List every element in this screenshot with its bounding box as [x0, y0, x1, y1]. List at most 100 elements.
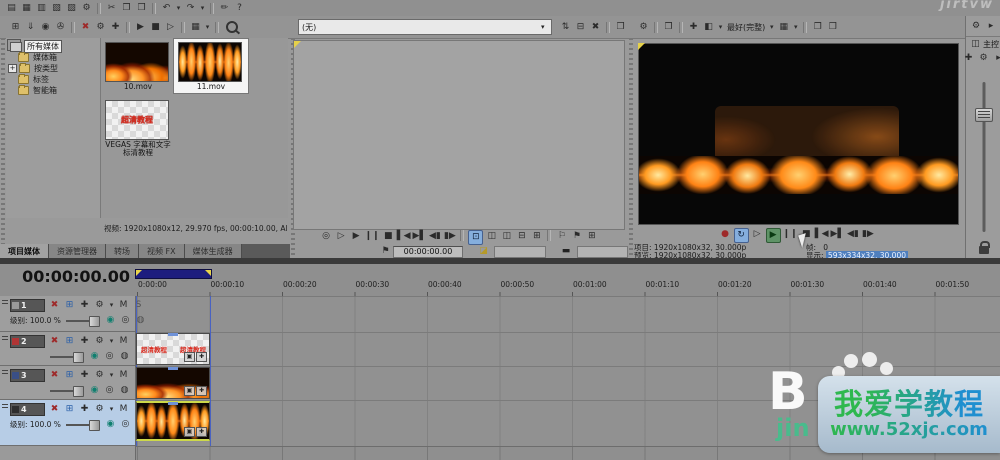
undo-icon[interactable]: ↶	[160, 2, 173, 15]
compositing-mode-icon[interactable]: ◉	[88, 350, 101, 363]
event-fx-icon[interactable]: ▣	[184, 386, 195, 396]
selection-end-field[interactable]	[577, 246, 629, 258]
event-corner-buttons[interactable]: ▣✚	[183, 352, 207, 362]
track-pan-icon[interactable]: ✚	[78, 335, 91, 348]
mute-button[interactable]: M	[117, 299, 130, 312]
overwrite-to-timeline-icon[interactable]: ⊞	[530, 230, 543, 243]
compositing-mode-icon[interactable]: ◉	[104, 314, 117, 327]
tree-item-all-media[interactable]: 所有媒体	[6, 41, 100, 52]
track-level-slider[interactable]	[66, 424, 100, 426]
new-project-icon[interactable]: ▤	[5, 2, 18, 15]
dock-grip[interactable]	[629, 18, 633, 256]
event-pan-crop-icon[interactable]: ✚	[196, 427, 207, 437]
ignore-event-grouping-icon[interactable]: ✖	[48, 299, 61, 312]
pause-icon[interactable]: ❙❙	[783, 228, 798, 241]
stop-preview-icon[interactable]: ■	[149, 21, 162, 34]
save-snapshot-icon[interactable]: ❒	[826, 21, 839, 34]
tab-transitions[interactable]: 转场	[106, 244, 139, 258]
timeline-event-fire-line[interactable]: ▣✚	[136, 401, 210, 441]
redo-caret-icon[interactable]: ▾	[199, 2, 206, 15]
help-icon[interactable]: ?	[233, 2, 246, 15]
preview-settings-gear-icon[interactable]: ⚙	[637, 21, 650, 34]
event-corner-buttons[interactable]: ▣✚	[183, 427, 207, 437]
play-from-start-icon[interactable]: ▷	[751, 228, 764, 241]
ignore-event-grouping-icon[interactable]: ✖	[48, 335, 61, 348]
tab-video-fx[interactable]: 视频 FX	[139, 244, 185, 258]
trimmer-display[interactable]	[293, 40, 625, 230]
mute-button[interactable]: M	[117, 335, 130, 348]
play-icon[interactable]: ▶	[766, 228, 781, 243]
get-media-from-web-icon[interactable]: ✇	[54, 21, 67, 34]
ignore-event-grouping-icon[interactable]: ✖	[48, 369, 61, 382]
go-to-end-icon[interactable]: ▶▌	[831, 228, 845, 241]
create-subclip-icon[interactable]: ⊡	[468, 230, 483, 245]
open-in-trimmer-icon[interactable]: ⊟	[574, 21, 587, 34]
chevron-down-icon[interactable]: ▾	[768, 21, 775, 34]
track-level-slider[interactable]	[50, 356, 84, 358]
media-fx-icon[interactable]: ⚙	[94, 21, 107, 34]
generated-media-icon[interactable]: ▣	[184, 352, 195, 362]
pause-icon[interactable]: ❙❙	[365, 230, 380, 243]
track-level-slider[interactable]	[66, 320, 100, 322]
media-item-10mov[interactable]: 10.mov	[105, 42, 171, 91]
make-compositing-child-icon[interactable]: ◎	[103, 350, 116, 363]
master-fader-handle[interactable]	[975, 108, 993, 122]
make-compositing-child-icon[interactable]: ◎	[103, 384, 116, 397]
track-fx-caret-icon[interactable]: ▾	[108, 369, 115, 382]
track-fx-gear-icon[interactable]: ⚙	[93, 335, 106, 348]
timeline-event-fire[interactable]: ▣✚	[136, 367, 210, 399]
bus-pan-icon[interactable]: ✚	[962, 52, 975, 65]
track-header-1[interactable]: 1 ✖⊞✚⚙▾MS 级别: 100.0 % ◉◎◍	[0, 296, 135, 332]
mute-button[interactable]: M	[117, 403, 130, 416]
media-pan-icon[interactable]: ✚	[109, 21, 122, 34]
loop-playback-icon[interactable]: ↻	[734, 228, 749, 243]
stop-icon[interactable]: ■	[382, 230, 395, 243]
show-audio-icon[interactable]: ⊞	[585, 230, 598, 243]
new-bin-icon[interactable]: ⊞	[9, 21, 22, 34]
track-motion-icon[interactable]: ⊞	[63, 369, 76, 382]
go-to-start-icon[interactable]: ▌◀	[815, 228, 829, 241]
lock-icon[interactable]	[979, 246, 989, 254]
trimmer-cursor-timecode[interactable]: 00:00:00.00	[393, 246, 463, 258]
paste-icon[interactable]: ❒	[135, 2, 148, 15]
expander-icon[interactable]: +	[8, 64, 17, 73]
tab-project-media[interactable]: 项目媒体	[0, 244, 49, 258]
trimmer-media-select[interactable]: (无) ▾	[298, 19, 552, 35]
track-motion-icon[interactable]: ⊞	[63, 335, 76, 348]
compositing-parent-icon[interactable]: ◍	[118, 350, 131, 363]
add-to-timeline-icon[interactable]: ⊟	[515, 230, 528, 243]
search-icon[interactable]	[226, 21, 238, 33]
external-monitor-icon[interactable]: ❐	[662, 21, 675, 34]
add-region-icon[interactable]: ⚑	[570, 230, 583, 243]
tree-item-tags[interactable]: 标签	[6, 74, 100, 85]
record-icon[interactable]: ●	[719, 228, 732, 241]
save-project-icon[interactable]: ▥	[35, 2, 48, 15]
sort-media-icon[interactable]: ⇅	[559, 21, 572, 34]
compositing-mode-icon[interactable]: ◉	[88, 384, 101, 397]
prev-frame-icon[interactable]: ◀▮	[846, 228, 859, 241]
ignore-event-grouping-icon[interactable]: ✖	[48, 403, 61, 416]
event-corner-buttons[interactable]: ▣✚	[183, 386, 207, 396]
split-screen-icon[interactable]: ◧	[702, 21, 715, 34]
track-header-4[interactable]: 4 ✖⊞✚⚙▾MS 级别: 100.0 % ◉◎◍	[0, 400, 135, 446]
track-fx-caret-icon[interactable]: ▾	[108, 299, 115, 312]
redo-icon[interactable]: ↷	[184, 2, 197, 15]
tab-media-generators[interactable]: 媒体生成器	[185, 244, 242, 258]
track-fx-caret-icon[interactable]: ▾	[108, 403, 115, 416]
dock-grip[interactable]	[1, 18, 5, 256]
prev-frame-icon[interactable]: ◀▮	[428, 230, 441, 243]
import-media-icon[interactable]: ⇓	[24, 21, 37, 34]
track-fx-gear-icon[interactable]: ⚙	[93, 403, 106, 416]
play-icon[interactable]: ▶	[350, 230, 363, 243]
copy-icon[interactable]: ❐	[120, 2, 133, 15]
remove-media-icon[interactable]: ✖	[79, 21, 92, 34]
audio-only-icon[interactable]: ◎	[320, 230, 333, 243]
split-screen-caret-icon[interactable]: ▾	[717, 21, 724, 34]
make-compositing-child-icon[interactable]: ◎	[119, 314, 132, 327]
bus-properties-gear-icon[interactable]: ⚙	[970, 20, 983, 33]
tab-explorer[interactable]: 资源管理器	[49, 244, 106, 258]
go-to-end-icon[interactable]: ▶▌	[413, 230, 427, 243]
track-fx-gear-icon[interactable]: ⚙	[93, 369, 106, 382]
track-pan-icon[interactable]: ✚	[78, 369, 91, 382]
views-icon[interactable]: ▦	[189, 21, 202, 34]
